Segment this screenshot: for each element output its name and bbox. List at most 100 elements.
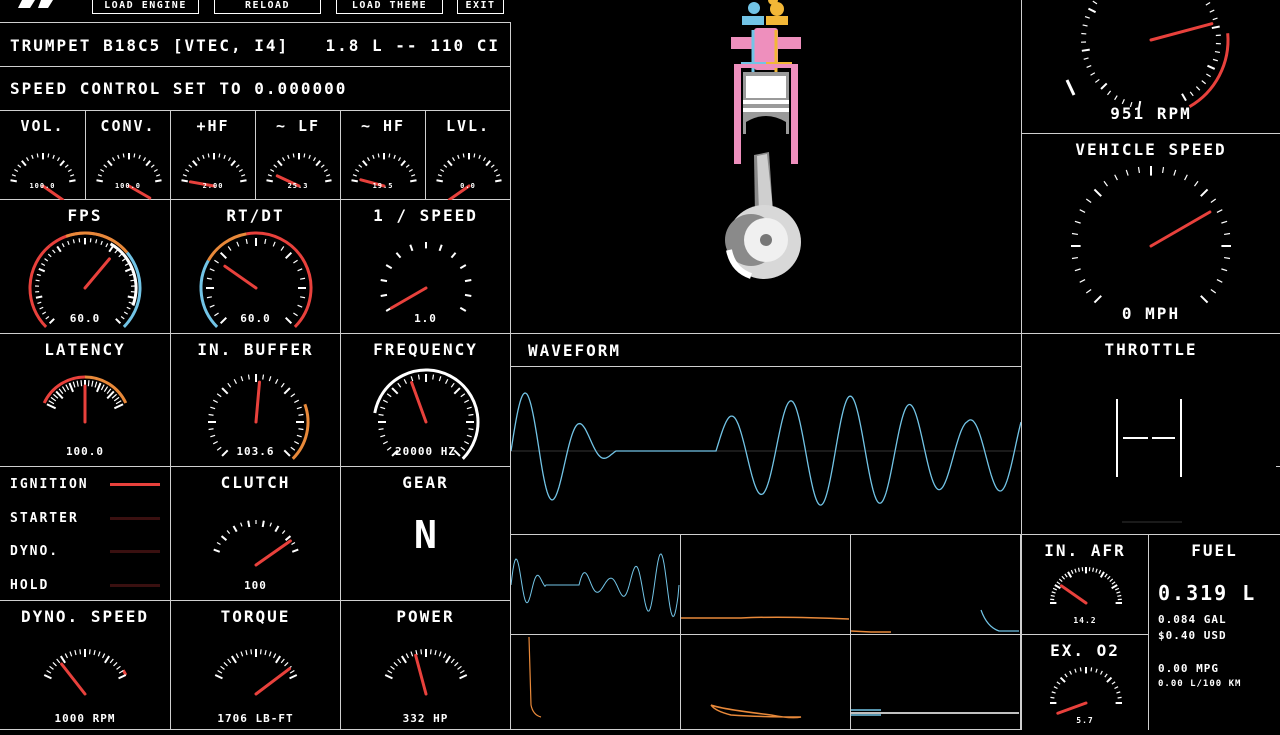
fuel-panel: FUEL 0.319 L 0.084 GAL $0.40 USD 0.00 MP… [1149, 535, 1280, 730]
speed-control-bar: SPEED CONTROL SET TO 0.000000 [0, 67, 511, 111]
ex-o2-value: 5.7 [1022, 716, 1148, 725]
small-plot-1 [681, 535, 851, 635]
toggle-bar [110, 550, 160, 553]
small-plot-5 [851, 635, 1021, 730]
toggle-bar [110, 584, 160, 587]
dyno-speed-value: 1000 RPM [0, 712, 170, 725]
mixer-row: VOL.100.0CONV.100.0+HF2.00~ LF25.3~ HF19… [0, 111, 511, 200]
fuel-liters: 0.319 L [1158, 581, 1256, 605]
dyno-speed-panel: DYNO. SPEED 1000 RPM [0, 601, 171, 730]
tachometer-panel: 951 RPM [1021, 0, 1280, 134]
mixer-value: 19.5 [341, 182, 425, 190]
logo-icon [18, 0, 64, 12]
speed-control-text: SPEED CONTROL SET TO 0.000000 [10, 79, 347, 98]
mixer-value: 0.0 [426, 182, 510, 190]
dyno-speed-gauge [0, 601, 170, 730]
vehicle-speed-panel: VEHICLE SPEED 0 MPH [1021, 134, 1280, 334]
mixer-value: 100.0 [0, 182, 85, 190]
fuel-cost: $0.40 USD [1158, 629, 1227, 642]
ex-o2-panel: EX. O2 5.7 [1021, 635, 1149, 730]
toggle-bar [110, 517, 160, 520]
small-plot-0 [511, 535, 681, 635]
toggle-starter[interactable]: STARTER [0, 511, 170, 531]
load-theme-button[interactable]: LOAD THEME [336, 0, 443, 14]
small-plot-2 [851, 535, 1021, 635]
latency-panel: LATENCY 100.0 [0, 334, 171, 467]
gear-panel: GEAR N [341, 467, 511, 601]
clutch-panel: CLUTCH 100 [171, 467, 341, 601]
mixer-knob-5[interactable]: LVL.0.0 [426, 111, 511, 200]
small-plots-grid [511, 535, 1021, 730]
throttle-panel: THROTTLE [1021, 334, 1280, 535]
waveform-panel [511, 367, 1021, 535]
gear-value: N [341, 513, 510, 557]
torque-value: 1706 LB-FT [171, 712, 340, 725]
mixer-value: 100.0 [86, 182, 170, 190]
toggle-bar [110, 483, 160, 486]
toggle-ignition[interactable]: IGNITION [0, 477, 170, 497]
engine-title-bar: TRUMPET B18C5 [VTEC, I4] 1.8 L -- 110 CI [0, 22, 511, 67]
fuel-mpg: 0.00 MPG [1158, 662, 1219, 675]
power-panel: POWER 332 HP [341, 601, 511, 730]
rtdt-panel: RT/DT 60.0 [171, 200, 341, 334]
in-afr-panel: IN. AFR 14.2 [1021, 535, 1149, 635]
small-plot-line [511, 535, 681, 635]
small-plot-line [851, 635, 1021, 735]
small-plot-line [511, 635, 681, 735]
engine-title: TRUMPET B18C5 [VTEC, I4] [10, 36, 289, 55]
latency-value: 100.0 [0, 445, 170, 458]
mixer-value: 25.3 [256, 182, 340, 190]
in-buffer-panel: IN. BUFFER 103.6 [171, 334, 341, 467]
small-plot-4 [681, 635, 851, 730]
vehicle-speed-value: 0 MPH [1022, 304, 1280, 323]
small-plot-3 [511, 635, 681, 730]
frequency-value: 20000 HZ [341, 445, 510, 458]
in-afr-value: 14.2 [1022, 616, 1148, 625]
throttle-indicator [1022, 334, 1280, 535]
mixer-knob-1[interactable]: CONV.100.0 [86, 111, 171, 200]
torque-panel: TORQUE 1706 LB-FT [171, 601, 341, 730]
app-logo [18, 0, 64, 12]
frequency-panel: FREQUENCY 20000 HZ [341, 334, 511, 467]
in-buffer-value: 103.6 [171, 445, 340, 458]
reload-button[interactable]: RELOAD [214, 0, 321, 14]
mixer-knob-3[interactable]: ~ LF25.3 [256, 111, 341, 200]
right-edge-line [1276, 466, 1280, 467]
exit-button[interactable]: EXIT [457, 0, 504, 14]
power-value: 332 HP [341, 712, 510, 725]
waveform-label: WAVEFORM [528, 341, 621, 360]
gear-label: GEAR [341, 473, 510, 492]
engine-cylinder-illustration [511, 0, 1021, 334]
engine-spec: 1.8 L -- 110 CI [326, 36, 501, 55]
toggle-label: IGNITION [10, 477, 89, 492]
toggle-dyno[interactable]: DYNO. [0, 544, 170, 564]
clutch-value: 100 [171, 579, 340, 592]
mixer-knob-4[interactable]: ~ HF19.5 [341, 111, 426, 200]
rtdt-value: 60.0 [171, 312, 340, 325]
rpm-value: 951 RPM [1022, 104, 1280, 123]
fuel-gallons: 0.084 GAL [1158, 613, 1227, 626]
toggle-label: DYNO. [10, 544, 59, 559]
toggle-label: STARTER [10, 511, 79, 526]
mixer-knob-0[interactable]: VOL.100.0 [0, 111, 86, 200]
speed-inv-panel: 1 / SPEED 1.0 [341, 200, 511, 334]
load-engine-button[interactable]: LOAD ENGINE [92, 0, 199, 14]
small-plot-line [851, 535, 1021, 635]
torque-gauge [171, 601, 341, 730]
mixer-value: 2.00 [171, 182, 255, 190]
fps-panel: FPS 60.0 [0, 200, 171, 334]
toggles-panel: IGNITION STARTER DYNO. HOLD [0, 467, 171, 601]
fps-value: 60.0 [0, 312, 170, 325]
fuel-label: FUEL [1149, 541, 1280, 560]
waveform-plot [511, 367, 1021, 535]
engine-view [511, 0, 1021, 334]
small-plot-line [681, 635, 851, 735]
power-gauge [341, 601, 511, 730]
waveform-header: WAVEFORM [511, 334, 1021, 367]
small-plot-line [681, 535, 851, 635]
mixer-knob-2[interactable]: +HF2.00 [171, 111, 256, 200]
toggle-label: HOLD [10, 578, 49, 593]
speed-inv-value: 1.0 [341, 312, 510, 325]
fuel-l-per-100km: 0.00 L/100 KM [1158, 679, 1241, 689]
toggle-hold[interactable]: HOLD [0, 578, 170, 598]
